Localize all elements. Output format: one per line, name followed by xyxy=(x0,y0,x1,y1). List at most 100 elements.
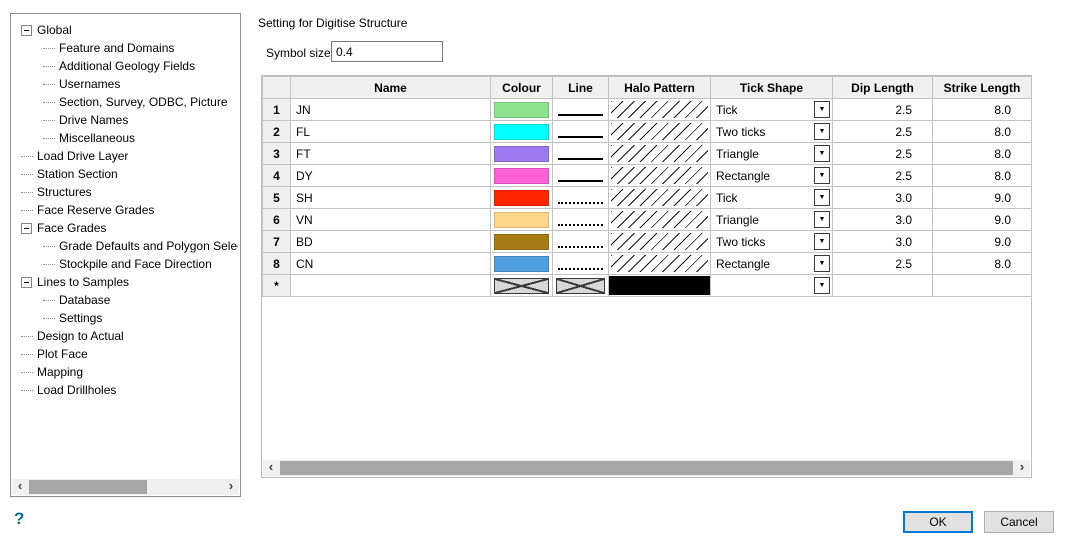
dip-length-cell[interactable]: 2.5 xyxy=(833,165,933,187)
tick-shape-dropdown-button[interactable]: ▼ xyxy=(814,167,830,184)
name-cell[interactable]: BD xyxy=(291,231,491,253)
line-cell[interactable] xyxy=(553,121,609,143)
help-icon[interactable]: ? xyxy=(14,509,24,529)
tick-shape-cell[interactable]: Tick▼ xyxy=(711,187,833,209)
line-cell[interactable] xyxy=(553,187,609,209)
tree-item-database[interactable]: Database xyxy=(13,291,238,309)
tick-shape-dropdown-button[interactable]: ▼ xyxy=(814,189,830,206)
colour-cell[interactable] xyxy=(491,231,553,253)
tree-item-feature-and-domains[interactable]: Feature and Domains xyxy=(13,39,238,57)
tree-item-stockpile-and-face-direction[interactable]: Stockpile and Face Direction xyxy=(13,255,238,273)
line-cell[interactable] xyxy=(553,209,609,231)
tree-item-global[interactable]: Global xyxy=(13,21,238,39)
tree-item-usernames[interactable]: Usernames xyxy=(13,75,238,93)
tree-item-load-drive-layer[interactable]: Load Drive Layer xyxy=(13,147,238,165)
strike-length-cell[interactable]: 8.0 xyxy=(933,121,1032,143)
strike-length-cell[interactable]: 9.0 xyxy=(933,231,1032,253)
tree-item-face-grades[interactable]: Face Grades xyxy=(13,219,238,237)
row-header[interactable]: 7 xyxy=(263,231,291,253)
tick-shape-dropdown-button[interactable]: ▼ xyxy=(814,123,830,140)
tick-shape-cell[interactable]: Rectangle▼ xyxy=(711,253,833,275)
tree-horizontal-scrollbar[interactable]: ‹ › xyxy=(12,479,239,495)
halo-pattern-cell[interactable] xyxy=(609,143,711,165)
tree-item-drive-names[interactable]: Drive Names xyxy=(13,111,238,129)
tick-shape-cell[interactable]: Two ticks▼ xyxy=(711,121,833,143)
strike-length-cell[interactable]: 9.0 xyxy=(933,209,1032,231)
column-header-halo-pattern[interactable]: Halo Pattern xyxy=(609,77,711,99)
name-cell[interactable]: SH xyxy=(291,187,491,209)
halo-pattern-cell[interactable] xyxy=(609,165,711,187)
dip-length-cell[interactable]: 2.5 xyxy=(833,121,933,143)
line-cell[interactable] xyxy=(553,99,609,121)
line-cell[interactable] xyxy=(553,275,609,297)
halo-pattern-cell[interactable] xyxy=(609,99,711,121)
halo-pattern-cell[interactable] xyxy=(609,253,711,275)
tick-shape-cell[interactable]: Triangle▼ xyxy=(711,209,833,231)
strike-length-cell[interactable]: 8.0 xyxy=(933,143,1032,165)
tree-item-mapping[interactable]: Mapping xyxy=(13,363,238,381)
strike-length-cell[interactable]: 8.0 xyxy=(933,99,1032,121)
dip-length-cell[interactable]: 3.0 xyxy=(833,231,933,253)
line-cell[interactable] xyxy=(553,231,609,253)
tick-shape-cell[interactable]: Tick▼ xyxy=(711,99,833,121)
tick-shape-cell[interactable]: ▼ xyxy=(711,275,833,297)
name-cell[interactable]: CN xyxy=(291,253,491,275)
cancel-button[interactable]: Cancel xyxy=(984,511,1054,533)
row-header[interactable]: 4 xyxy=(263,165,291,187)
tree-item-structures[interactable]: Structures xyxy=(13,183,238,201)
tree-item-miscellaneous[interactable]: Miscellaneous xyxy=(13,129,238,147)
tick-shape-cell[interactable]: Rectangle▼ xyxy=(711,165,833,187)
dip-length-cell[interactable]: 3.0 xyxy=(833,209,933,231)
row-header[interactable]: 6 xyxy=(263,209,291,231)
halo-pattern-cell[interactable] xyxy=(609,187,711,209)
column-header-line[interactable]: Line xyxy=(553,77,609,99)
name-cell[interactable]: DY xyxy=(291,165,491,187)
tree-item-additional-geology-fields[interactable]: Additional Geology Fields xyxy=(13,57,238,75)
colour-cell[interactable] xyxy=(491,275,553,297)
dip-length-cell[interactable]: 2.5 xyxy=(833,253,933,275)
tick-shape-dropdown-button[interactable]: ▼ xyxy=(814,233,830,250)
corner-header[interactable] xyxy=(263,77,291,99)
tree-item-plot-face[interactable]: Plot Face xyxy=(13,345,238,363)
colour-cell[interactable] xyxy=(491,253,553,275)
colour-cell[interactable] xyxy=(491,165,553,187)
scroll-left-arrow-icon[interactable]: ‹ xyxy=(12,479,28,495)
row-header[interactable]: * xyxy=(263,275,291,297)
scroll-right-arrow-icon[interactable]: › xyxy=(1014,460,1030,476)
colour-cell[interactable] xyxy=(491,143,553,165)
tree-item-load-drillholes[interactable]: Load Drillholes xyxy=(13,381,238,399)
symbol-size-input[interactable] xyxy=(331,41,443,62)
tree-item-design-to-actual[interactable]: Design to Actual xyxy=(13,327,238,345)
ok-button[interactable]: OK xyxy=(903,511,973,533)
colour-cell[interactable] xyxy=(491,99,553,121)
halo-pattern-cell[interactable] xyxy=(609,275,711,297)
name-cell[interactable]: JN xyxy=(291,99,491,121)
tree-expander-minus-icon[interactable] xyxy=(21,277,32,288)
column-header-name[interactable]: Name xyxy=(291,77,491,99)
scroll-right-arrow-icon[interactable]: › xyxy=(223,479,239,495)
strike-length-cell[interactable] xyxy=(933,275,1032,297)
column-header-dip-length[interactable]: Dip Length xyxy=(833,77,933,99)
halo-pattern-cell[interactable] xyxy=(609,209,711,231)
tree-expander-minus-icon[interactable] xyxy=(21,223,32,234)
tick-shape-dropdown-button[interactable]: ▼ xyxy=(814,277,830,294)
strike-length-cell[interactable]: 9.0 xyxy=(933,187,1032,209)
row-header[interactable]: 5 xyxy=(263,187,291,209)
tick-shape-dropdown-button[interactable]: ▼ xyxy=(814,145,830,162)
strike-length-cell[interactable]: 8.0 xyxy=(933,165,1032,187)
colour-cell[interactable] xyxy=(491,121,553,143)
tree-item-grade-defaults-and-polygon-selec[interactable]: Grade Defaults and Polygon Selec xyxy=(13,237,238,255)
column-header-tick-shape[interactable]: Tick Shape xyxy=(711,77,833,99)
row-header[interactable]: 3 xyxy=(263,143,291,165)
halo-pattern-cell[interactable] xyxy=(609,121,711,143)
colour-cell[interactable] xyxy=(491,209,553,231)
name-cell[interactable]: VN xyxy=(291,209,491,231)
line-cell[interactable] xyxy=(553,143,609,165)
row-header[interactable]: 2 xyxy=(263,121,291,143)
line-cell[interactable] xyxy=(553,165,609,187)
name-cell[interactable]: FL xyxy=(291,121,491,143)
tick-shape-dropdown-button[interactable]: ▼ xyxy=(814,255,830,272)
row-header[interactable]: 1 xyxy=(263,99,291,121)
tree-item-lines-to-samples[interactable]: Lines to Samples xyxy=(13,273,238,291)
dip-length-cell[interactable] xyxy=(833,275,933,297)
